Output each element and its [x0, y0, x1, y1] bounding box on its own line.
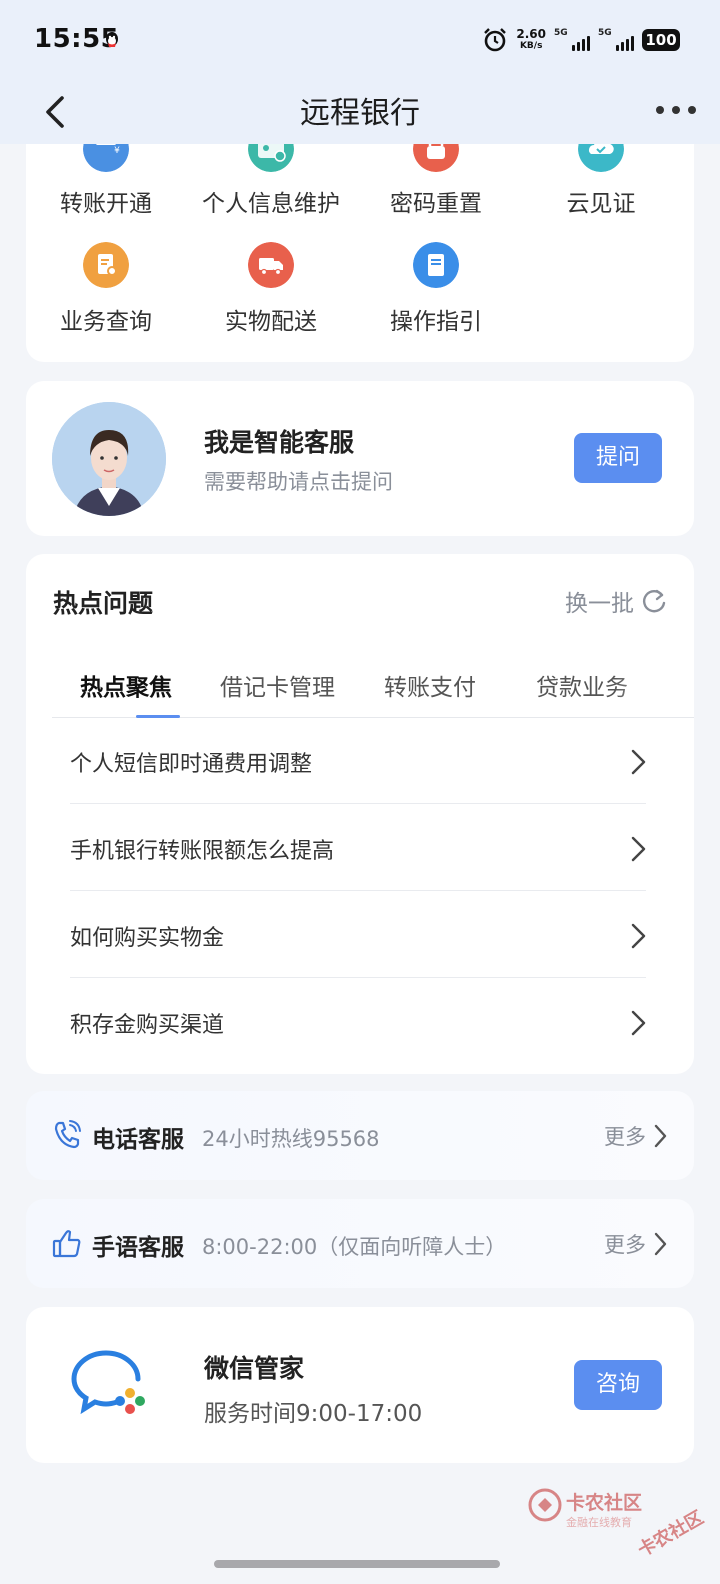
menu-item-password-reset[interactable]: 密码重置: [356, 144, 516, 224]
lock-icon: [413, 144, 459, 172]
phone-icon: [54, 1120, 81, 1149]
net-speed-unit: KB/s: [519, 41, 543, 51]
transfer-icon: ¥: [83, 144, 129, 172]
ai-avatar: [52, 402, 166, 516]
menu-label: 实物配送: [225, 309, 317, 335]
question-text: 如何购买实物金: [70, 926, 225, 951]
net-speed-value: 2.60: [516, 27, 546, 41]
hot-questions-card: 热点问题 换一批 热点聚焦 借记卡管理 转账支付 贷款业务 个人短信即时通费用调…: [26, 554, 694, 1074]
menu-item-delivery[interactable]: 实物配送: [191, 242, 351, 342]
menu-label: 转账开通: [60, 191, 152, 217]
alarm-icon: [484, 28, 507, 52]
screen: 15:55 2.60 KB/s 5G 5G 100 远程银行 ¥ 转账开通 个人…: [0, 0, 720, 1584]
tab-hot-focus[interactable]: 热点聚焦: [80, 668, 172, 702]
signal-2-icon: 5G: [598, 28, 634, 52]
wechat-card: 微信管家 服务时间9:00-17:00 咨询: [26, 1307, 694, 1463]
phone-service-subtitle: 24小时热线95568: [202, 1127, 380, 1151]
search-doc-icon: [83, 242, 129, 288]
chevron-right-icon: [631, 836, 646, 862]
wechat-work-icon: [71, 1350, 145, 1415]
phone-service-title: 电话客服: [92, 1127, 184, 1153]
refresh-button[interactable]: 换一批: [565, 584, 668, 618]
tab-transfer-payment[interactable]: 转账支付: [384, 668, 476, 702]
truck-icon: [248, 242, 294, 288]
qq-icon: [106, 32, 118, 47]
ai-service-card: 我是智能客服 需要帮助请点击提问 提问: [26, 381, 694, 536]
menu-label: 密码重置: [390, 191, 482, 217]
refresh-label: 换一批: [565, 591, 634, 617]
profile-icon: [248, 144, 294, 172]
quick-menu-card: ¥ 转账开通 个人信息维护 密码重置 云见证 业务查询 实物配送 操作指引: [26, 144, 694, 362]
guide-icon: [413, 242, 459, 288]
menu-label: 操作指引: [390, 309, 482, 335]
question-text: 手机银行转账限额怎么提高: [70, 839, 335, 864]
ask-button[interactable]: 提问: [574, 433, 662, 483]
menu-item-cloud-witness[interactable]: 云见证: [521, 144, 681, 224]
net-speed: 2.60 KB/s: [516, 28, 546, 52]
signal-2-label: 5G: [598, 28, 612, 38]
consult-button[interactable]: 咨询: [574, 1360, 662, 1410]
refresh-icon: [643, 589, 666, 613]
phone-more-link[interactable]: 更多: [604, 1121, 668, 1151]
question-item[interactable]: 个人短信即时通费用调整: [70, 718, 646, 804]
chevron-right-icon: [631, 749, 646, 775]
menu-item-transfer[interactable]: ¥ 转账开通: [26, 144, 186, 224]
nav-bar: 远程银行: [0, 80, 720, 144]
status-right: 2.60 KB/s 5G 5G 100: [482, 26, 680, 54]
sign-service-card[interactable]: 手语客服 8:00-22:00（仅面向听障人士） 更多: [26, 1199, 694, 1288]
ai-subtitle: 需要帮助请点击提问: [204, 470, 393, 494]
more-label: 更多: [604, 1233, 646, 1257]
wechat-title: 微信管家: [204, 1354, 305, 1383]
menu-label: 个人信息维护: [202, 191, 340, 217]
chevron-right-icon: [654, 1232, 667, 1256]
tab-debit-card[interactable]: 借记卡管理: [220, 668, 335, 702]
svg-text:¥: ¥: [114, 146, 120, 156]
watermark-text-2: 卡农社区: [634, 1507, 708, 1562]
battery-icon: 100: [642, 29, 680, 51]
menu-item-query[interactable]: 业务查询: [26, 242, 186, 342]
chevron-right-icon: [654, 1124, 667, 1148]
question-tabs: 热点聚焦 借记卡管理 转账支付 贷款业务: [52, 664, 694, 718]
chevron-right-icon: [631, 1010, 646, 1036]
status-bar: 15:55 2.60 KB/s 5G 5G 100: [0, 0, 720, 80]
hot-questions-title: 热点问题: [53, 589, 154, 618]
sign-more-link[interactable]: 更多: [604, 1229, 668, 1259]
wechat-subtitle: 服务时间9:00-17:00: [204, 1401, 423, 1427]
chevron-right-icon: [631, 923, 646, 949]
question-text: 积存金购买渠道: [70, 1013, 225, 1038]
phone-service-card[interactable]: 电话客服 24小时热线95568 更多: [26, 1091, 694, 1180]
menu-item-guide[interactable]: 操作指引: [356, 242, 516, 342]
more-menu-icon[interactable]: [656, 106, 696, 114]
page-title: 远程银行: [300, 96, 420, 131]
signal-1-icon: 5G: [554, 28, 590, 52]
watermark: 卡农社区 金融在线教育 卡农社区: [526, 1486, 707, 1561]
question-item[interactable]: 手机银行转账限额怎么提高: [70, 805, 646, 891]
question-item[interactable]: 如何购买实物金: [70, 892, 646, 978]
home-indicator[interactable]: [214, 1560, 500, 1568]
sign-service-title: 手语客服: [92, 1235, 184, 1261]
watermark-logo-icon: [528, 1488, 562, 1522]
question-text: 个人短信即时通费用调整: [70, 752, 313, 777]
menu-label: 业务查询: [60, 309, 152, 335]
menu-item-profile[interactable]: 个人信息维护: [191, 144, 351, 224]
cloud-icon: [578, 144, 624, 172]
sign-service-subtitle: 8:00-22:00（仅面向听障人士）: [202, 1235, 507, 1259]
watermark-text: 卡农社区: [566, 1492, 643, 1514]
more-label: 更多: [604, 1125, 646, 1149]
ai-title: 我是智能客服: [204, 428, 355, 457]
watermark-sub: 金融在线教育: [566, 1516, 632, 1529]
question-item[interactable]: 积存金购买渠道: [70, 979, 646, 1065]
menu-label: 云见证: [566, 191, 636, 217]
thumbs-up-icon: [52, 1230, 81, 1258]
tabs-fade: [614, 664, 694, 716]
signal-1-label: 5G: [554, 28, 568, 38]
